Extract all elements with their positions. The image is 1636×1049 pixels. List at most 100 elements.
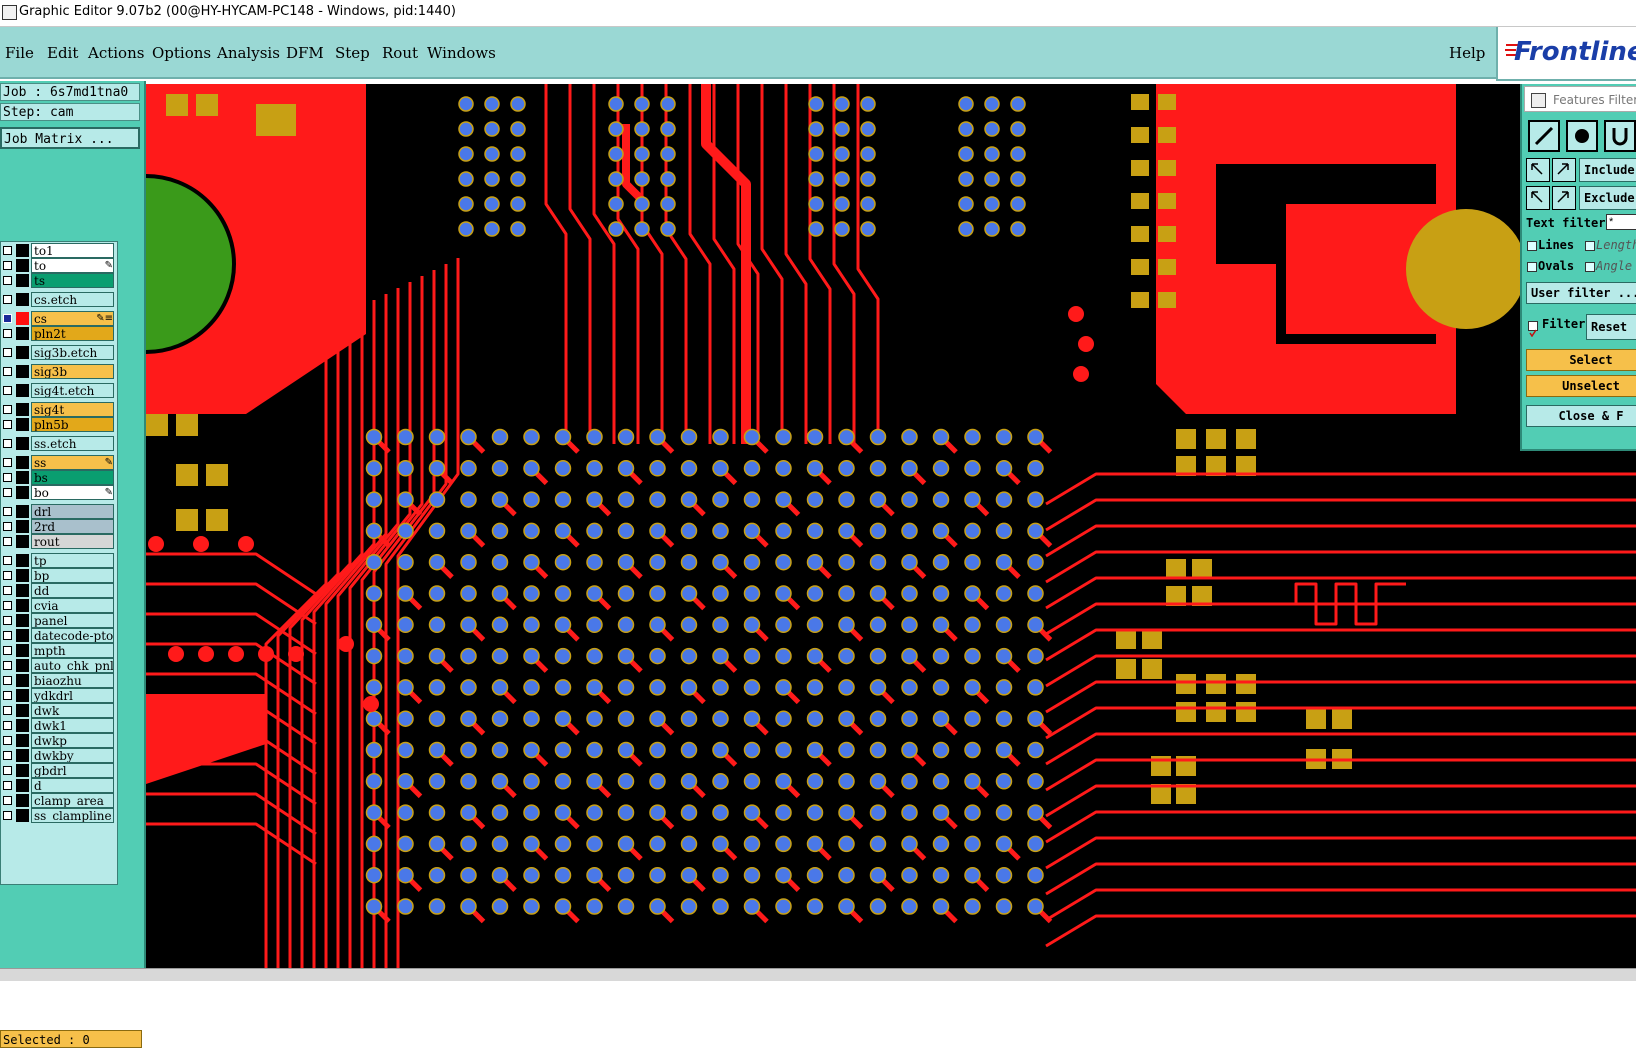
layer-name[interactable]: datecode-pto [31, 628, 114, 643]
layer-color-swatch[interactable] [16, 520, 29, 533]
layer-checkbox[interactable] [3, 314, 12, 323]
layer-row-bs[interactable]: bs [1, 470, 115, 485]
layer-checkbox[interactable] [3, 661, 12, 670]
layer-color-swatch[interactable] [16, 535, 29, 548]
layer-row-cs.etch[interactable]: cs.etch [1, 292, 115, 307]
layer-row-2rd[interactable]: 2rd [1, 519, 115, 534]
layer-checkbox[interactable] [3, 522, 12, 531]
layer-checkbox[interactable] [3, 458, 12, 467]
layer-name[interactable]: cs.etch [31, 292, 114, 307]
layer-name[interactable]: dd [31, 583, 114, 598]
layer-checkbox[interactable] [3, 631, 12, 640]
ovals-checkbox[interactable] [1527, 262, 1537, 272]
layer-color-swatch[interactable] [16, 584, 29, 597]
menu-actions[interactable]: Actions [88, 44, 144, 62]
pad-tool-button[interactable] [1566, 120, 1598, 152]
layer-checkbox[interactable] [3, 276, 12, 285]
layer-color-swatch[interactable] [16, 749, 29, 762]
layer-color-swatch[interactable] [16, 674, 29, 687]
layer-name[interactable]: to [31, 258, 114, 273]
menu-dfm[interactable]: DFM [286, 44, 324, 62]
layer-checkbox[interactable] [3, 246, 12, 255]
layer-checkbox[interactable] [3, 616, 12, 625]
layer-row-panel[interactable]: panel [1, 613, 115, 628]
layer-checkbox[interactable] [3, 295, 12, 304]
layer-row-to1[interactable]: to1 [1, 243, 115, 258]
layer-color-swatch[interactable] [16, 809, 29, 822]
layer-color-swatch[interactable] [16, 274, 29, 287]
layer-row-bo[interactable]: bo ✎ [1, 485, 115, 500]
reset-button[interactable]: Reset [1586, 314, 1636, 340]
layer-row-sig4t.etch[interactable]: sig4t.etch [1, 383, 115, 398]
layer-checkbox[interactable] [3, 766, 12, 775]
layer-row-d[interactable]: d [1, 778, 115, 793]
layer-color-swatch[interactable] [16, 327, 29, 340]
layer-row-gbdrl[interactable]: gbdrl [1, 763, 115, 778]
layer-name[interactable]: 2rd [31, 519, 114, 534]
layer-row-dwkby[interactable]: dwkby [1, 748, 115, 763]
layer-name[interactable]: gbdrl [31, 763, 114, 778]
layer-checkbox[interactable] [3, 488, 12, 497]
layer-name[interactable]: cvia [31, 598, 114, 613]
layer-color-swatch[interactable] [16, 734, 29, 747]
layer-color-swatch[interactable] [16, 644, 29, 657]
layer-row-rout[interactable]: rout [1, 534, 115, 549]
exclude-cursor-button-1[interactable] [1526, 186, 1550, 210]
layer-color-swatch[interactable] [16, 486, 29, 499]
layer-checkbox[interactable] [3, 439, 12, 448]
menu-edit[interactable]: Edit [47, 44, 78, 62]
pcb-layout[interactable] [146, 84, 1636, 968]
exclude-cursor-button-2[interactable] [1552, 186, 1576, 210]
layer-checkbox[interactable] [3, 706, 12, 715]
layer-color-swatch[interactable] [16, 689, 29, 702]
layer-color-swatch[interactable] [16, 259, 29, 272]
layer-checkbox[interactable] [3, 556, 12, 565]
layer-checkbox[interactable] [3, 348, 12, 357]
layer-name[interactable]: bp [31, 568, 114, 583]
layer-row-to[interactable]: to ✎ [1, 258, 115, 273]
layer-color-swatch[interactable] [16, 599, 29, 612]
layer-row-dwk1[interactable]: dwk1 [1, 718, 115, 733]
layer-row-sig3b[interactable]: sig3b [1, 364, 115, 379]
layer-name[interactable]: ss.etch [31, 436, 114, 451]
include-cursor-button-2[interactable] [1552, 158, 1576, 182]
layer-checkbox[interactable] [3, 811, 12, 820]
layer-name[interactable]: pln2t [31, 326, 114, 341]
layer-color-swatch[interactable] [16, 456, 29, 469]
layer-name[interactable]: sig4t [31, 402, 114, 417]
layer-row-dd[interactable]: dd [1, 583, 115, 598]
layer-name[interactable]: sig3b [31, 364, 114, 379]
layer-name[interactable]: auto_chk_pnl [31, 658, 114, 673]
include-cursor-button-1[interactable] [1526, 158, 1550, 182]
layer-name[interactable]: bs [31, 470, 114, 485]
layer-name[interactable]: panel [31, 613, 114, 628]
layer-checkbox[interactable] [3, 537, 12, 546]
layer-color-swatch[interactable] [16, 719, 29, 732]
layer-color-swatch[interactable] [16, 244, 29, 257]
layer-name[interactable]: rout [31, 534, 114, 549]
layer-row-bp[interactable]: bp [1, 568, 115, 583]
text-filter-input[interactable] [1606, 214, 1636, 230]
layer-name[interactable]: biaozhu [31, 673, 114, 688]
layer-color-swatch[interactable] [16, 704, 29, 717]
layer-checkbox[interactable] [3, 571, 12, 580]
layer-checkbox[interactable] [3, 691, 12, 700]
layer-name[interactable]: ydkdrl [31, 688, 114, 703]
layer-row-pln5b[interactable]: pln5b [1, 417, 115, 432]
layer-checkbox[interactable] [3, 646, 12, 655]
layer-color-swatch[interactable] [16, 505, 29, 518]
lines-checkbox[interactable] [1527, 241, 1537, 251]
layer-row-ss_clampline[interactable]: ss_clampline [1, 808, 115, 823]
layer-color-swatch[interactable] [16, 779, 29, 792]
layer-row-ss.etch[interactable]: ss.etch [1, 436, 115, 451]
layer-name[interactable]: dwkp [31, 733, 114, 748]
job-matrix-button[interactable]: Job Matrix ... [0, 127, 140, 149]
include-button[interactable]: Include [1579, 158, 1636, 182]
layer-row-cs[interactable]: cs ✎≡ [1, 311, 115, 326]
layer-row-pln2t[interactable]: pln2t [1, 326, 115, 341]
layer-checkbox[interactable] [3, 586, 12, 595]
layer-color-swatch[interactable] [16, 764, 29, 777]
layer-checkbox[interactable] [3, 420, 12, 429]
layer-row-sig3b.etch[interactable]: sig3b.etch [1, 345, 115, 360]
menu-analysis[interactable]: Analysis [217, 44, 280, 62]
